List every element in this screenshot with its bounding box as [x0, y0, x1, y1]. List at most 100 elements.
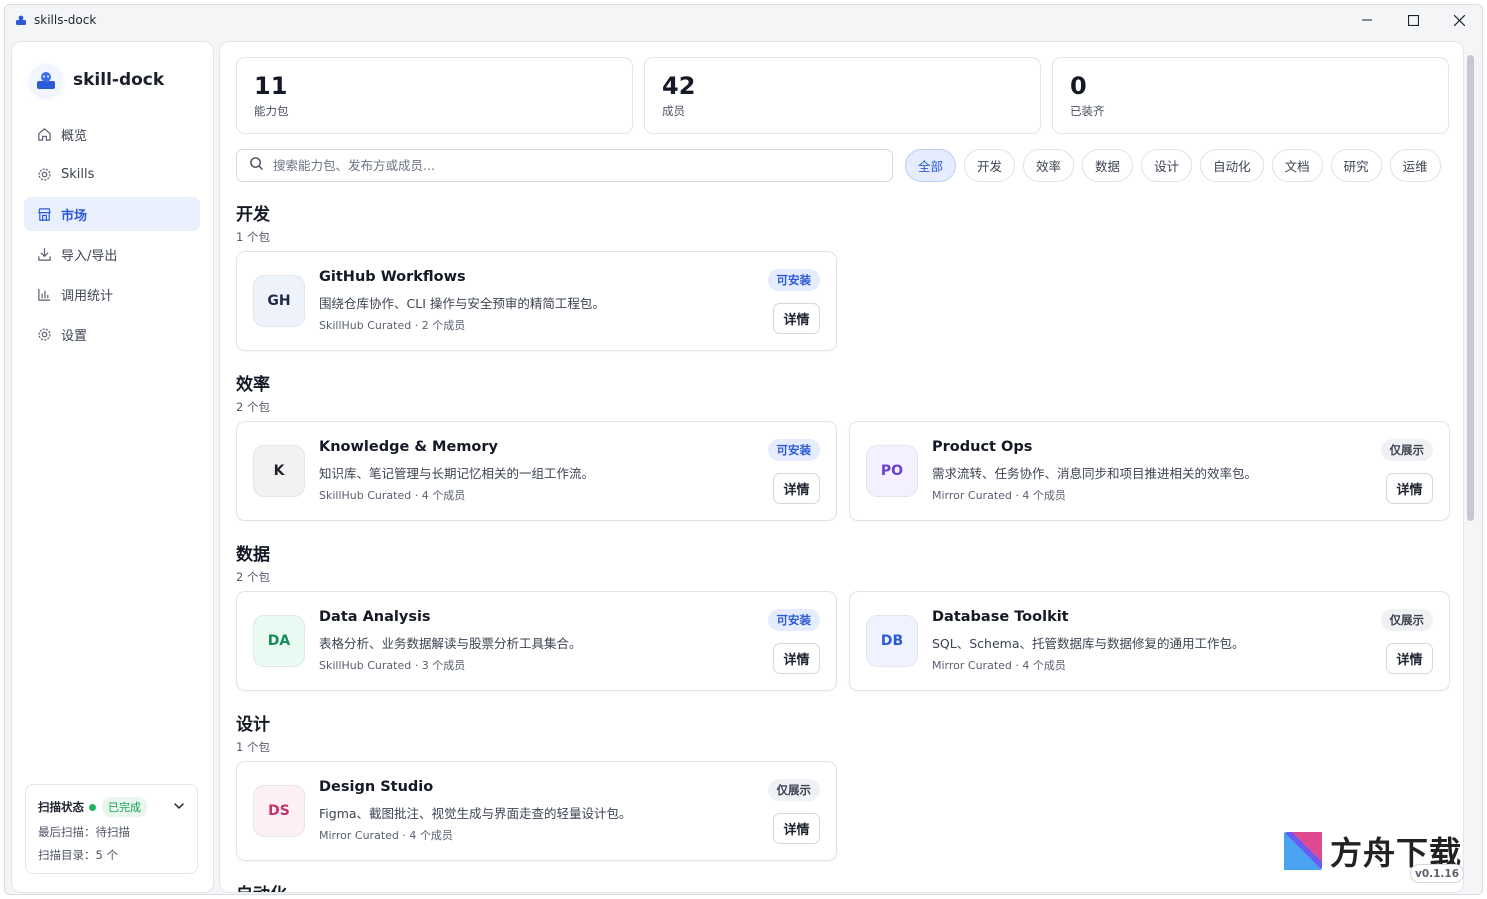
filter-chip-data[interactable]: 数据 [1082, 149, 1134, 182]
sidebar-item-label: 设置 [61, 328, 88, 344]
sidebar-item-import-export[interactable]: 导入/导出 [24, 237, 200, 271]
package-card[interactable]: PO Product Ops 需求流转、任务协作、消息同步和项目推进相关的效率包… [849, 421, 1450, 521]
details-button[interactable]: 详情 [1386, 473, 1433, 504]
status-badge: 仅展示 [767, 779, 820, 801]
scan-dirs-text: 扫描目录：5 个 [38, 848, 118, 862]
scan-status-title: 扫描状态 [38, 800, 84, 814]
maximize-button[interactable] [1390, 5, 1436, 35]
sidebar-item-label: 概览 [61, 128, 88, 144]
app-window: skills-dock skill-dock 概览 Skills 市场 导入/导… [4, 4, 1483, 895]
details-button[interactable]: 详情 [773, 303, 820, 334]
filter-chip-automation[interactable]: 自动化 [1200, 149, 1264, 182]
status-badge: 仅展示 [1380, 609, 1433, 631]
status-badge: 仅展示 [1380, 439, 1433, 461]
title-bar: skills-dock [5, 5, 1482, 35]
logo-icon [30, 64, 62, 96]
search-box[interactable] [236, 149, 893, 182]
filter-chip-ops[interactable]: 运维 [1389, 149, 1441, 182]
sidebar-item-stats[interactable]: 调用统计 [24, 277, 200, 311]
gear-icon [36, 166, 52, 182]
brand: skill-dock [30, 64, 164, 96]
package-meta: SkillHub Curated · 4 个成员 [319, 489, 466, 502]
package-meta: Mirror Curated · 4 个成员 [932, 659, 1066, 672]
package-avatar: GH [253, 275, 305, 327]
chevron-down-icon[interactable] [173, 800, 185, 815]
stat-card-packages: 11 能力包 [236, 57, 633, 134]
filter-chip-research[interactable]: 研究 [1330, 149, 1382, 182]
section-title: 效率 [236, 375, 270, 395]
filter-chip-efficiency[interactable]: 效率 [1023, 149, 1075, 182]
status-badge: 可安装 [767, 269, 820, 291]
package-title: Database Toolkit [932, 609, 1069, 625]
package-description: SQL、Schema、托管数据库与数据修复的通用工作包。 [932, 636, 1245, 651]
category-filters: 全部 开发 效率 数据 设计 自动化 文档 研究 运维 [905, 149, 1449, 182]
sidebar-item-market[interactable]: 市场 [24, 197, 200, 231]
sidebar-item-settings[interactable]: 设置 [24, 317, 200, 351]
app-icon [16, 15, 26, 25]
details-button[interactable]: 详情 [773, 813, 820, 844]
package-card[interactable]: K Knowledge & Memory 知识库、笔记管理与长期记忆相关的一组工… [236, 421, 837, 521]
close-button[interactable] [1436, 5, 1482, 35]
filter-chip-all[interactable]: 全部 [905, 149, 957, 182]
sidebar-item-label: 市场 [61, 208, 88, 224]
stat-value: 0 [1070, 72, 1087, 100]
sidebar-item-skills[interactable]: Skills [24, 157, 200, 191]
package-meta: Mirror Curated · 4 个成员 [932, 489, 1066, 502]
filter-chip-design[interactable]: 设计 [1141, 149, 1193, 182]
stat-label: 能力包 [254, 104, 289, 118]
package-avatar: DS [253, 785, 305, 837]
section-count: 2 个包 [236, 570, 270, 584]
stat-label: 成员 [662, 104, 685, 118]
filter-chip-docs[interactable]: 文档 [1271, 149, 1323, 182]
package-meta: SkillHub Curated · 3 个成员 [319, 659, 466, 672]
package-avatar: K [253, 445, 305, 497]
package-title: GitHub Workflows [319, 269, 466, 285]
package-description: 知识库、笔记管理与长期记忆相关的一组工作流。 [319, 466, 595, 481]
sidebar-item-label: Skills [61, 166, 95, 182]
stat-label: 已装齐 [1070, 104, 1105, 118]
package-title: Product Ops [932, 439, 1033, 455]
stat-value: 11 [254, 72, 288, 100]
package-card[interactable]: DA Data Analysis 表格分析、业务数据解读与股票分析工具集合。 S… [236, 591, 837, 691]
status-badge: 可安装 [767, 439, 820, 461]
chart-icon [36, 286, 52, 302]
status-badge: 已完成 [102, 797, 147, 817]
status-dot [89, 803, 96, 811]
scan-status-card[interactable]: 扫描状态 已完成 最后扫描：待扫描 扫描目录：5 个 [25, 784, 198, 874]
window-title: skills-dock [34, 13, 97, 27]
status-badge: 可安装 [767, 609, 820, 631]
sidebar-item-overview[interactable]: 概览 [24, 117, 200, 151]
section-title: 自动化 [236, 880, 287, 892]
brand-name: skill-dock [73, 70, 165, 90]
sidebar-item-label: 调用统计 [61, 288, 114, 304]
watermark-logo-icon [1284, 832, 1322, 870]
section-count: 1 个包 [236, 230, 270, 244]
stat-card-installed: 0 已装齐 [1052, 57, 1449, 134]
sidebar-nav: 概览 Skills 市场 导入/导出 调用统计 设置 [24, 117, 200, 357]
store-icon [36, 206, 52, 222]
details-button[interactable]: 详情 [773, 473, 820, 504]
sidebar-item-label: 导入/导出 [61, 248, 118, 264]
package-title: Data Analysis [319, 609, 431, 625]
package-avatar: DB [866, 615, 918, 667]
filter-chip-dev[interactable]: 开发 [964, 149, 1016, 182]
version-badge: v0.1.16 [1410, 864, 1464, 883]
stat-value: 42 [662, 72, 696, 100]
sidebar: skill-dock 概览 Skills 市场 导入/导出 调用统计 设置 扫描… [11, 41, 214, 893]
details-button[interactable]: 详情 [773, 643, 820, 674]
last-scan-text: 最后扫描：待扫描 [38, 825, 130, 839]
package-card[interactable]: DS Design Studio Figma、截图批注、视觉生成与界面走查的轻量… [236, 761, 837, 861]
package-title: Knowledge & Memory [319, 439, 498, 455]
search-input[interactable] [273, 158, 863, 173]
home-icon [36, 126, 52, 142]
stat-card-members: 42 成员 [644, 57, 1041, 134]
package-description: 表格分析、业务数据解读与股票分析工具集合。 [319, 636, 582, 651]
details-button[interactable]: 详情 [1386, 643, 1433, 674]
minimize-button[interactable] [1344, 5, 1390, 35]
package-card[interactable]: GH GitHub Workflows 围绕仓库协作、CLI 操作与安全预审的精… [236, 251, 837, 351]
package-description: 需求流转、任务协作、消息同步和项目推进相关的效率包。 [932, 466, 1258, 481]
package-card[interactable]: DB Database Toolkit SQL、Schema、托管数据库与数据修… [849, 591, 1450, 691]
settings-icon [36, 326, 52, 342]
package-title: Design Studio [319, 779, 434, 795]
scrollbar[interactable] [1467, 55, 1474, 521]
